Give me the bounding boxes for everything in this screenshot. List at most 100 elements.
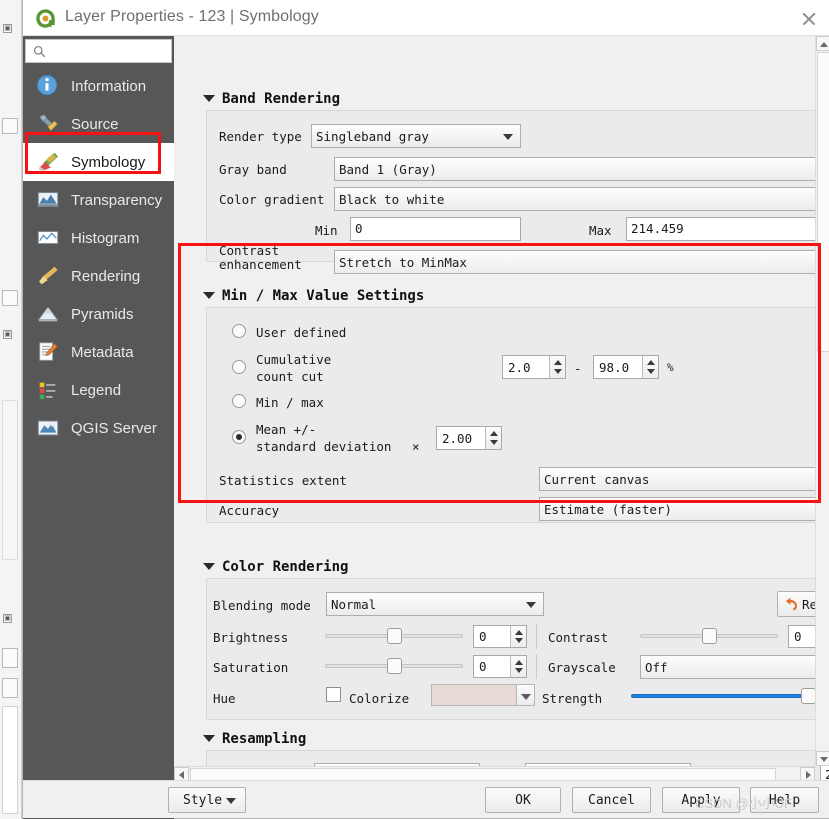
minmax-settings-header[interactable]: Min / Max Value Settings <box>203 288 424 304</box>
rendering-broom-icon <box>35 264 61 288</box>
strength-slider[interactable] <box>631 687 819 705</box>
colorize-checkbox[interactable] <box>326 687 341 702</box>
render-type-combo[interactable]: Singleband gray <box>311 124 521 148</box>
radio-cumulative-count-cut[interactable] <box>232 360 246 374</box>
statistics-extent-combo[interactable]: Current canvas <box>539 467 829 491</box>
search-icon <box>33 45 46 58</box>
colorize-color-dropdown[interactable] <box>517 684 535 706</box>
ok-button[interactable]: OK <box>485 787 561 813</box>
content-vertical-scrollbar[interactable] <box>815 36 829 766</box>
contrast-slider[interactable] <box>640 627 778 645</box>
radio-min-max[interactable] <box>232 394 246 408</box>
histogram-icon <box>35 226 61 250</box>
chevron-down-icon <box>203 562 215 570</box>
max-input[interactable]: 214.459 <box>626 217 829 241</box>
sidebar-item-histogram[interactable]: Histogram <box>23 219 174 257</box>
screenshot-root: ▣ ▣ ▣ Layer Properties - 123 | Symbology <box>0 0 829 819</box>
help-button[interactable]: Help <box>750 787 819 813</box>
spinner-buttons[interactable] <box>642 356 658 378</box>
cancel-label: Cancel <box>588 792 635 808</box>
sidebar-item-source[interactable]: Source <box>23 105 174 143</box>
cumulative-low-spinbox[interactable]: 2.0 <box>502 355 566 379</box>
sidebar-item-label: Metadata <box>71 343 134 361</box>
saturation-slider[interactable] <box>325 657 463 675</box>
accuracy-combo[interactable]: Estimate (faster) <box>539 497 829 521</box>
sidebar-item-legend[interactable]: Legend <box>23 371 174 409</box>
sidebar-item-qgis-server[interactable]: QGIS Server <box>23 409 174 447</box>
sidebar-item-metadata[interactable]: Metadata <box>23 333 174 371</box>
radio-user-defined[interactable] <box>232 324 246 338</box>
hue-label: Hue <box>213 691 236 706</box>
sidebar-item-pyramids[interactable]: Pyramids <box>23 295 174 333</box>
scroll-right-button[interactable] <box>800 767 815 781</box>
slider-handle[interactable] <box>387 658 402 674</box>
min-input[interactable]: 0 <box>350 217 521 241</box>
style-button[interactable]: Style <box>168 787 246 813</box>
mean-label-l1: Mean +/- <box>256 422 317 437</box>
statistics-extent-label: Statistics extent <box>219 473 347 488</box>
apply-button[interactable]: Apply <box>662 787 740 813</box>
cumulative-dash: - <box>574 361 582 376</box>
contrast-enhancement-label-l2: enhancement <box>219 257 302 272</box>
dialog-titlebar: Layer Properties - 123 | Symbology <box>23 0 829 36</box>
strength-label: Strength <box>542 691 603 706</box>
sidebar-item-label: Histogram <box>71 229 140 247</box>
symbology-content-pane: Band Rendering Render type Singleband gr… <box>174 36 829 781</box>
pyramids-icon <box>35 302 61 326</box>
colorize-label: Colorize <box>349 691 410 706</box>
sidebar-item-symbology[interactable]: Symbology <box>23 143 174 181</box>
layer-properties-dialog: Layer Properties - 123 | Symbology Infor… <box>22 0 829 819</box>
saturation-label: Saturation <box>213 660 289 675</box>
scroll-down-button[interactable] <box>816 751 829 766</box>
content-horizontal-scrollbar[interactable] <box>174 766 815 781</box>
qgis-server-icon <box>35 416 61 440</box>
gray-band-combo[interactable]: Band 1 (Gray) <box>334 157 829 181</box>
divider <box>536 654 537 679</box>
slider-handle[interactable] <box>387 628 402 644</box>
sidebar-nav: Information Source Symbology Transparenc… <box>23 67 174 447</box>
contrast-enhancement-combo[interactable]: Stretch to MinMax <box>334 250 829 274</box>
chevron-down-icon <box>503 134 513 140</box>
close-icon[interactable] <box>798 8 820 30</box>
radio-mean-std-dev[interactable] <box>232 430 246 444</box>
min-label: Min <box>315 223 338 238</box>
grayscale-label: Grayscale <box>548 660 616 675</box>
sidebar-search[interactable] <box>25 39 172 63</box>
sidebar-item-label: Transparency <box>71 191 163 209</box>
cumulative-high-spinbox[interactable]: 98.0 <box>593 355 659 379</box>
band-rendering-title: Band Rendering <box>222 91 341 107</box>
scroll-left-button[interactable] <box>174 767 189 781</box>
blending-mode-value: Normal <box>331 596 377 612</box>
sidebar-item-information[interactable]: Information <box>23 67 174 105</box>
grayscale-combo[interactable]: Off <box>640 655 829 679</box>
color-rendering-header[interactable]: Color Rendering <box>203 559 348 575</box>
resampling-title: Resampling <box>222 731 307 747</box>
saturation-value: 0 <box>479 659 487 674</box>
bg-box-4 <box>2 648 18 668</box>
spinner-buttons[interactable] <box>510 626 526 647</box>
brightness-spinbox[interactable]: 0 <box>473 625 527 648</box>
blending-mode-combo[interactable]: Normal <box>326 592 544 616</box>
slider-handle[interactable] <box>702 628 717 644</box>
vertical-scroll-thumb[interactable] <box>817 52 829 352</box>
brightness-slider[interactable] <box>325 627 463 645</box>
scroll-up-button[interactable] <box>816 36 829 51</box>
colorize-color-swatch[interactable] <box>431 684 517 706</box>
sidebar-item-transparency[interactable]: Transparency <box>23 181 174 219</box>
sidebar-item-rendering[interactable]: Rendering <box>23 257 174 295</box>
source-wrench-icon <box>35 112 61 136</box>
accuracy-value: Estimate (faster) <box>544 501 672 517</box>
search-input[interactable] <box>51 42 167 61</box>
resampling-header[interactable]: Resampling <box>203 731 306 747</box>
mean-std-dev-spinbox[interactable]: 2.00 <box>436 426 502 450</box>
saturation-spinbox[interactable]: 0 <box>473 655 527 678</box>
band-rendering-header[interactable]: Band Rendering <box>203 91 340 107</box>
contrast-enhancement-value: Stretch to MinMax <box>339 254 467 270</box>
spinner-buttons[interactable] <box>549 356 565 378</box>
spinner-buttons[interactable] <box>485 427 501 449</box>
cancel-button[interactable]: Cancel <box>572 787 651 813</box>
spinner-buttons[interactable] <box>510 656 526 677</box>
slider-handle[interactable] <box>801 688 816 704</box>
chevron-down-icon <box>203 734 215 742</box>
color-gradient-combo[interactable]: Black to white <box>334 187 829 211</box>
